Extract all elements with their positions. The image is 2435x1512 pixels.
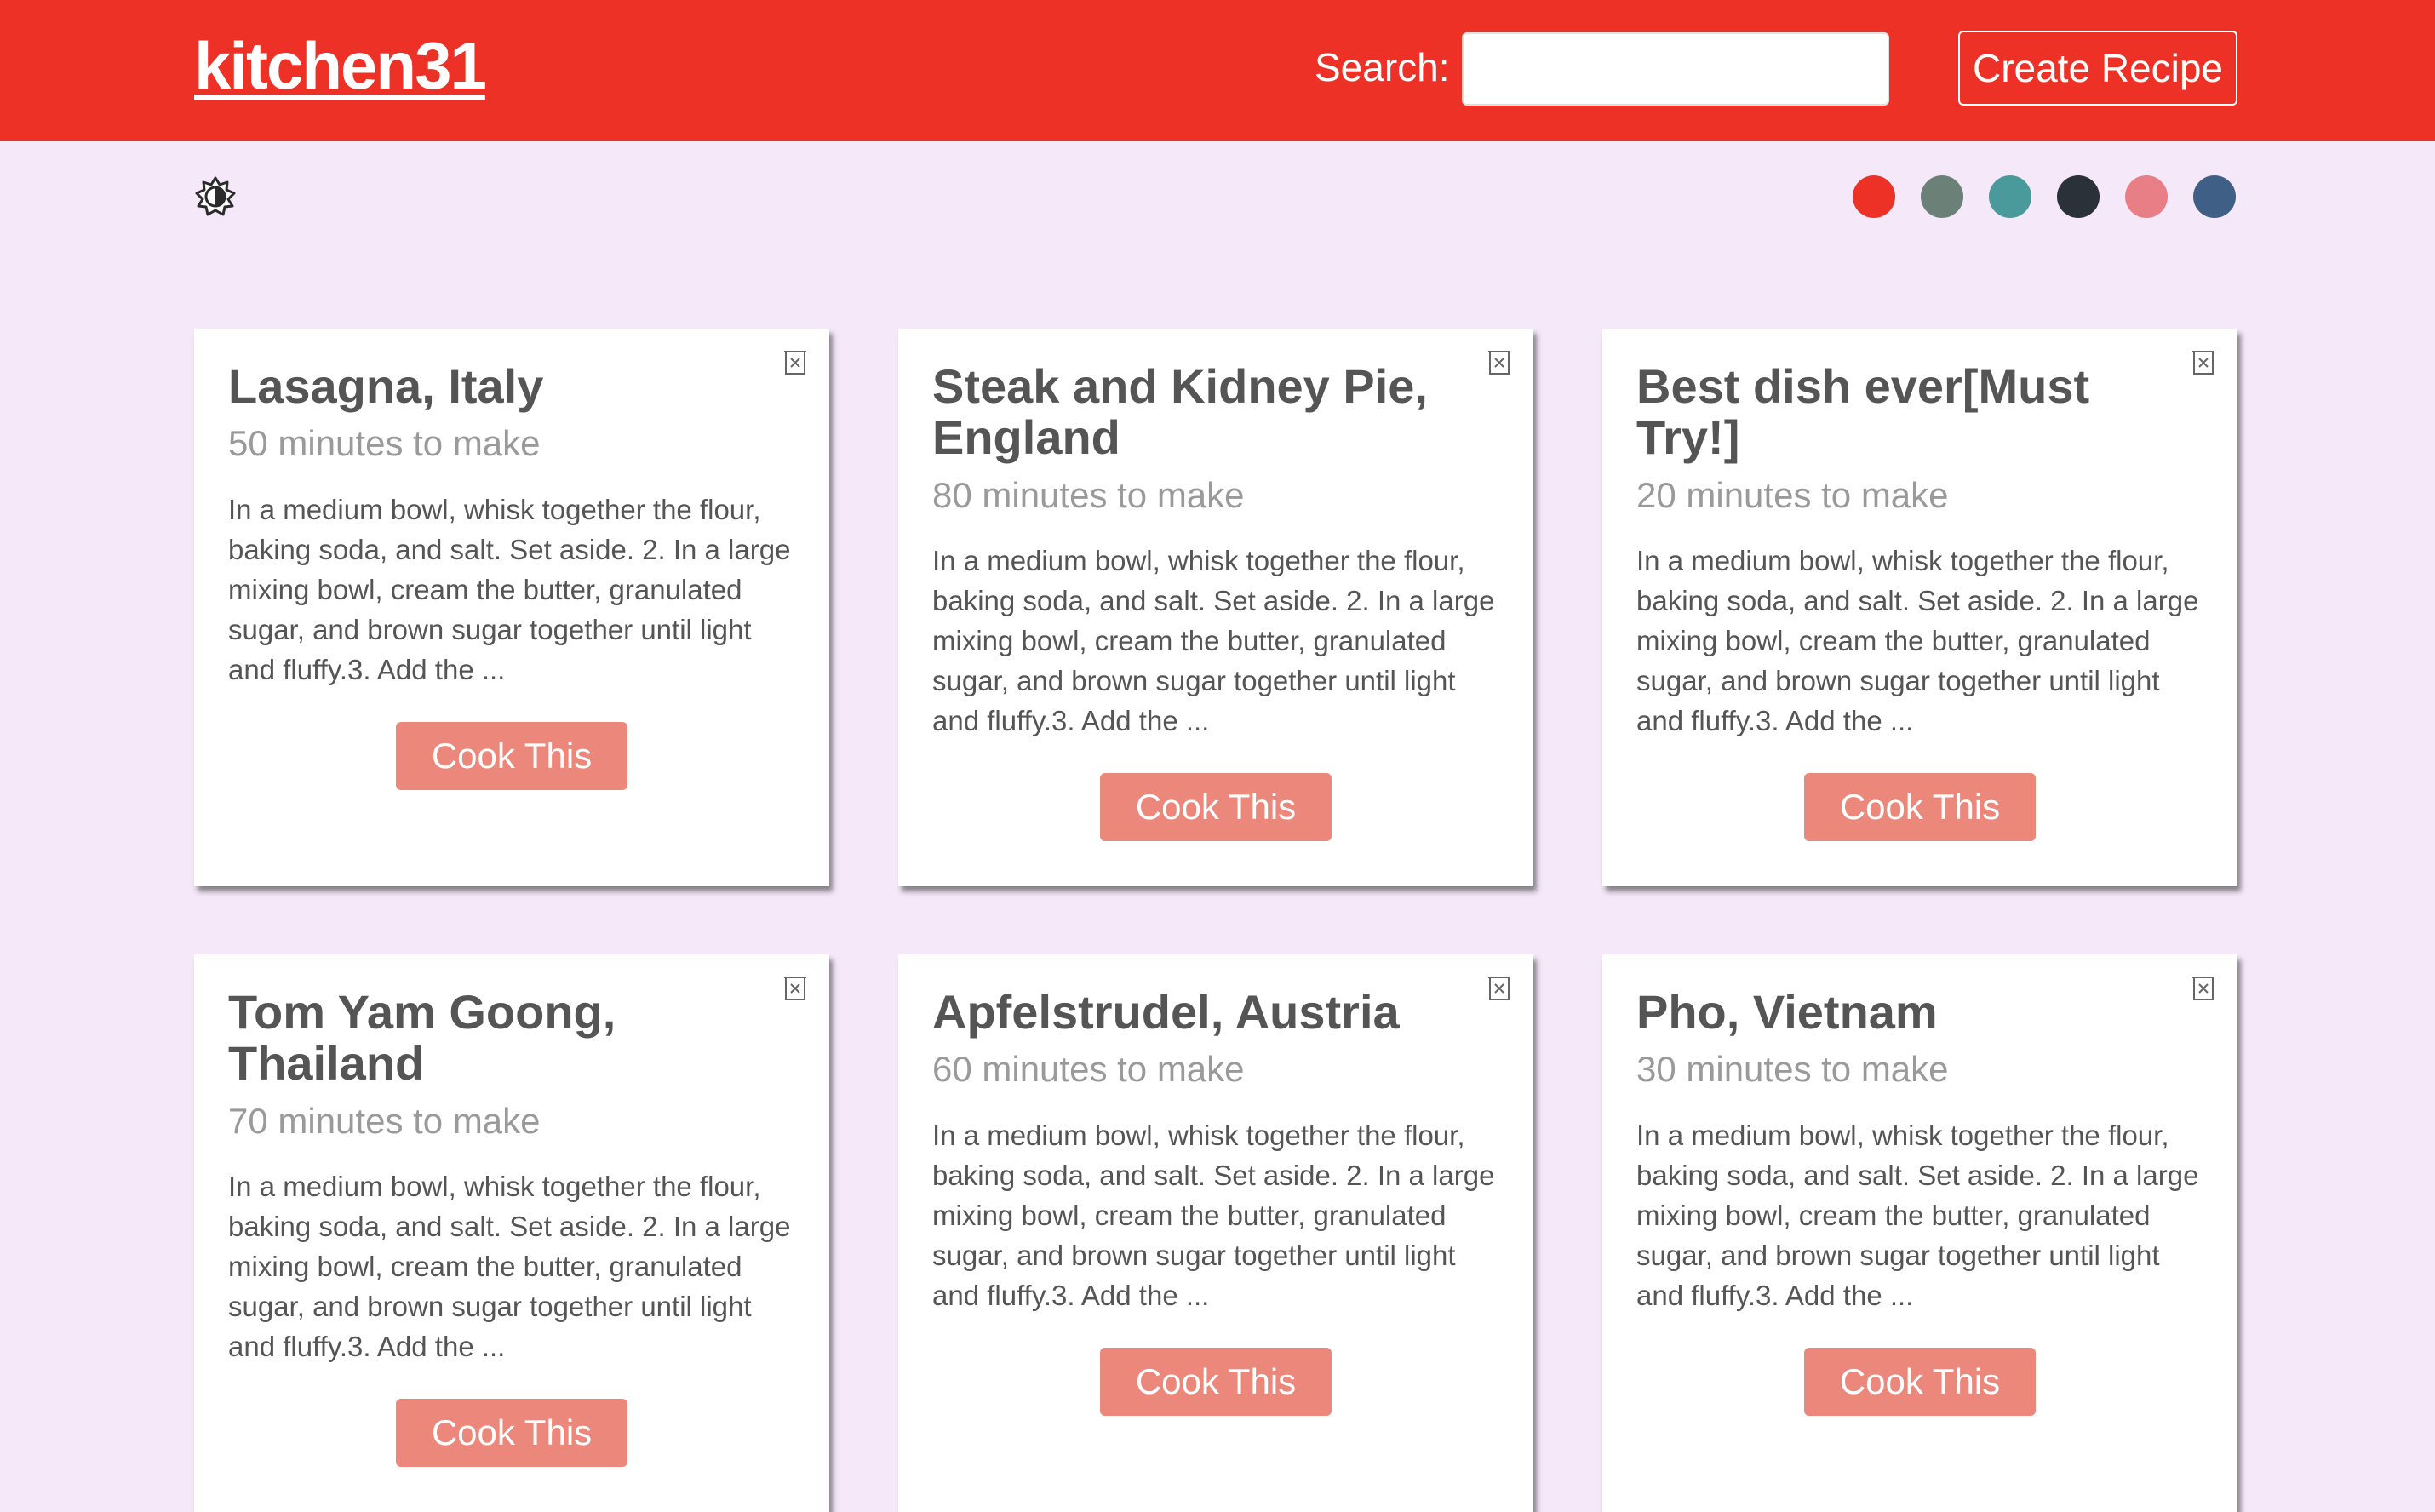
recipe-time: 30 minutes to make: [1636, 1049, 1949, 1090]
delete-icon[interactable]: [1487, 349, 1511, 376]
recipe-title: Pho, Vietnam: [1636, 985, 1938, 1039]
cook-this-button[interactable]: Cook This: [396, 721, 627, 790]
cook-this-button[interactable]: Cook This: [1100, 773, 1332, 842]
color-swatch[interactable]: [1921, 175, 1963, 218]
color-swatch[interactable]: [2193, 175, 2236, 218]
recipe-title: Best dish ever[Must Try!]: [1636, 359, 2090, 465]
recipe-card: Apfelstrudel, Austria 60 minutes to make…: [898, 954, 1533, 1512]
recipe-card: Steak and Kidney Pie, England 80 minutes…: [898, 329, 1533, 886]
recipe-description: In a medium bowl, whisk together the flo…: [1636, 545, 2199, 737]
recipe-title: Tom Yam Goong, Thailand: [228, 985, 616, 1091]
recipe-time: 70 minutes to make: [228, 1100, 541, 1141]
cook-this-button[interactable]: Cook This: [396, 1399, 627, 1468]
top-navbar: kitchen31 Search: Create Recipe: [0, 0, 2435, 141]
recipe-description: In a medium bowl, whisk together the flo…: [932, 1119, 1495, 1311]
search-input[interactable]: [1462, 32, 1889, 106]
color-swatch[interactable]: [2057, 175, 2100, 218]
delete-icon[interactable]: [2192, 975, 2215, 1002]
recipe-description: In a medium bowl, whisk together the flo…: [228, 1171, 791, 1363]
recipe-description: In a medium bowl, whisk together the flo…: [1636, 1119, 2199, 1311]
recipe-time: 80 minutes to make: [932, 474, 1245, 515]
delete-icon[interactable]: [783, 349, 807, 376]
recipe-title: Lasagna, Italy: [228, 359, 544, 413]
cook-this-button[interactable]: Cook This: [1804, 773, 2036, 842]
color-swatch[interactable]: [2125, 175, 2168, 218]
cook-this-button[interactable]: Cook This: [1100, 1347, 1332, 1416]
delete-icon[interactable]: [783, 975, 807, 1002]
delete-icon[interactable]: [2192, 349, 2215, 376]
recipe-title: Steak and Kidney Pie, England: [932, 359, 1428, 465]
recipe-description: In a medium bowl, whisk together the flo…: [228, 493, 791, 685]
recipe-time: 20 minutes to make: [1636, 474, 1949, 515]
cook-this-button[interactable]: Cook This: [1804, 1347, 2036, 1416]
recipe-time: 50 minutes to make: [228, 423, 541, 464]
delete-icon[interactable]: [1487, 975, 1511, 1002]
theme-color-picker: [1853, 175, 2236, 218]
recipe-card: Pho, Vietnam 30 minutes to make In a med…: [1602, 954, 2237, 1512]
recipe-time: 60 minutes to make: [932, 1049, 1245, 1090]
recipe-title: Apfelstrudel, Austria: [932, 985, 1400, 1039]
create-recipe-button[interactable]: Create Recipe: [1958, 31, 2237, 106]
color-swatch[interactable]: [1853, 175, 1895, 218]
contrast-icon[interactable]: [194, 175, 237, 218]
recipe-grid: Lasagna, Italy 50 minutes to make In a m…: [194, 329, 2237, 1512]
recipe-card: Lasagna, Italy 50 minutes to make In a m…: [194, 329, 829, 886]
color-swatch[interactable]: [1989, 175, 2031, 218]
recipe-card: Best dish ever[Must Try!] 20 minutes to …: [1602, 329, 2237, 886]
recipe-card: Tom Yam Goong, Thailand 70 minutes to ma…: [194, 954, 829, 1512]
search-label: Search:: [1315, 45, 1450, 89]
recipe-description: In a medium bowl, whisk together the flo…: [932, 545, 1495, 737]
site-logo[interactable]: kitchen31: [194, 32, 487, 99]
